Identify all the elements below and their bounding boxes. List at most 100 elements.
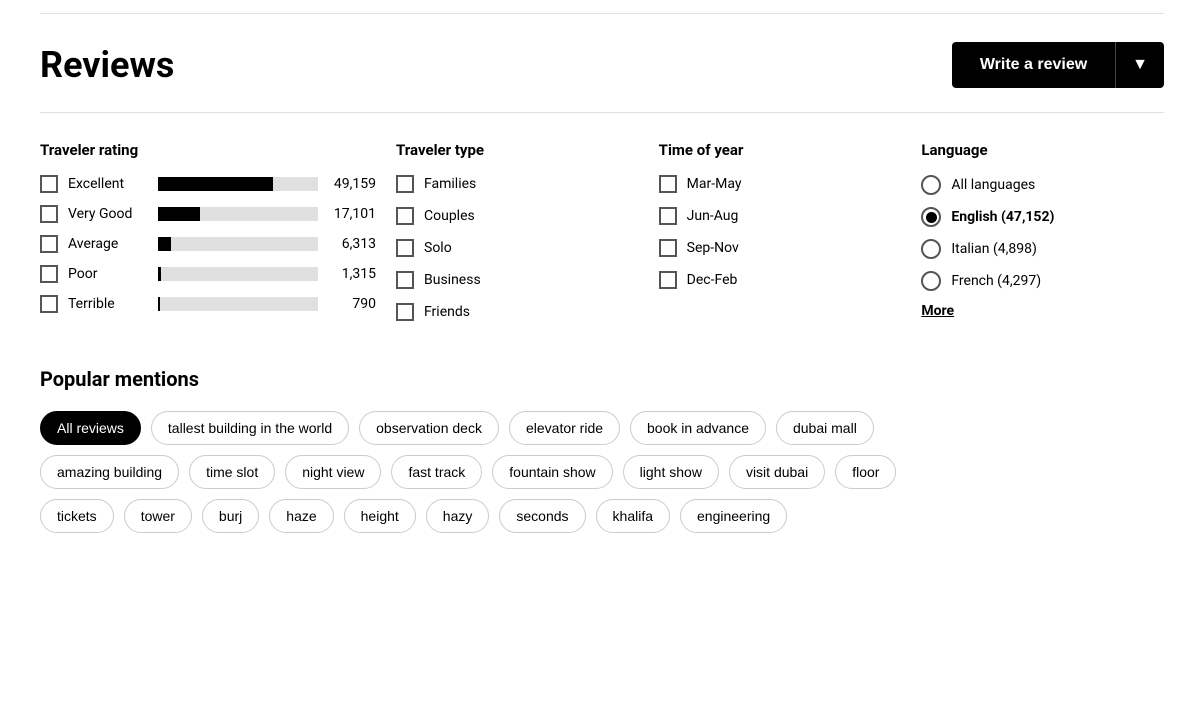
rating-bar-fill — [158, 177, 273, 191]
radio-inner-dot — [926, 212, 937, 223]
type-label: Friends — [424, 304, 470, 320]
popular-mention-tag[interactable]: tallest building in the world — [151, 411, 349, 445]
time-of-year-title: Time of year — [659, 141, 902, 159]
lang-radio[interactable] — [921, 207, 941, 227]
write-review-button[interactable]: Write a review — [952, 42, 1115, 88]
traveler-type-title: Traveler type — [396, 141, 639, 159]
type-label: Families — [424, 176, 476, 192]
lang-label: All languages — [951, 177, 1035, 193]
popular-mention-tag[interactable]: All reviews — [40, 411, 141, 445]
type-checkbox[interactable] — [396, 207, 414, 225]
lang-radio[interactable] — [921, 271, 941, 291]
type-checkbox[interactable] — [396, 303, 414, 321]
lang-item: English (47,152) — [921, 207, 1164, 227]
time-item: Dec-Feb — [659, 271, 902, 289]
tags-row-1: All reviews tallest building in the world… — [40, 411, 1164, 445]
type-checkbox[interactable] — [396, 175, 414, 193]
rating-count: 6,313 — [326, 236, 376, 252]
traveler-rating-section: Traveler rating Excellent 49,159 Very Go… — [40, 141, 376, 335]
rating-count: 1,315 — [326, 266, 376, 282]
time-checkbox[interactable] — [659, 207, 677, 225]
lang-item: All languages — [921, 175, 1164, 195]
rating-bar-container: 49,159 — [158, 176, 376, 192]
rating-checkbox[interactable] — [40, 295, 58, 313]
type-checkbox[interactable] — [396, 271, 414, 289]
type-checkbox[interactable] — [396, 239, 414, 257]
rating-item: Very Good 17,101 — [40, 205, 376, 223]
popular-mention-tag[interactable]: hazy — [426, 499, 490, 533]
popular-mention-tag[interactable]: tickets — [40, 499, 114, 533]
time-item: Jun-Aug — [659, 207, 902, 225]
lang-radio[interactable] — [921, 175, 941, 195]
lang-label: English (47,152) — [951, 209, 1054, 225]
rating-count: 49,159 — [326, 176, 376, 192]
popular-mention-tag[interactable]: haze — [269, 499, 333, 533]
popular-mention-tag[interactable]: fountain show — [492, 455, 612, 489]
time-label: Sep-Nov — [687, 240, 739, 256]
rating-bar-fill — [158, 207, 200, 221]
rating-item: Terrible 790 — [40, 295, 376, 313]
type-item: Solo — [396, 239, 639, 257]
popular-mention-tag[interactable]: floor — [835, 455, 896, 489]
popular-mention-tag[interactable]: amazing building — [40, 455, 179, 489]
rating-label: Very Good — [68, 206, 148, 222]
rating-bar-container: 17,101 — [158, 206, 376, 222]
rating-bar-track — [158, 297, 318, 311]
time-items: Mar-May Jun-Aug Sep-Nov Dec-Feb — [659, 175, 902, 289]
write-review-dropdown-button[interactable]: ▼ — [1115, 42, 1164, 88]
rating-label: Average — [68, 236, 148, 252]
popular-mention-tag[interactable]: light show — [623, 455, 719, 489]
section-divider — [40, 112, 1164, 113]
popular-mention-tag[interactable]: night view — [285, 455, 381, 489]
popular-mentions-section: Popular mentions All reviews tallest buil… — [40, 367, 1164, 533]
type-item: Friends — [396, 303, 639, 321]
popular-mention-tag[interactable]: book in advance — [630, 411, 766, 445]
reviews-header: Reviews Write a review ▼ — [40, 42, 1164, 88]
tags-row-3: tickets tower burj haze height hazy seconds kha… — [40, 499, 1164, 533]
type-item: Families — [396, 175, 639, 193]
rating-label: Poor — [68, 266, 148, 282]
rating-bar-container: 1,315 — [158, 266, 376, 282]
popular-mention-tag[interactable]: height — [344, 499, 416, 533]
time-item: Mar-May — [659, 175, 902, 193]
rating-checkbox[interactable] — [40, 175, 58, 193]
popular-mention-tag[interactable]: dubai mall — [776, 411, 874, 445]
rating-bar-container: 6,313 — [158, 236, 376, 252]
popular-mention-tag[interactable]: engineering — [680, 499, 787, 533]
popular-mention-tag[interactable]: observation deck — [359, 411, 499, 445]
type-label: Business — [424, 272, 481, 288]
time-checkbox[interactable] — [659, 239, 677, 257]
rating-checkbox[interactable] — [40, 205, 58, 223]
time-checkbox[interactable] — [659, 175, 677, 193]
rating-label: Excellent — [68, 176, 148, 192]
time-label: Mar-May — [687, 176, 742, 192]
type-item: Business — [396, 271, 639, 289]
rating-bar-track — [158, 237, 318, 251]
language-more-link[interactable]: More — [921, 303, 1164, 319]
popular-mention-tag[interactable]: khalifa — [596, 499, 670, 533]
rating-checkbox[interactable] — [40, 235, 58, 253]
time-of-year-section: Time of year Mar-May Jun-Aug Sep-Nov Dec… — [659, 141, 902, 335]
popular-mentions-title: Popular mentions — [40, 367, 1164, 391]
lang-radio[interactable] — [921, 239, 941, 259]
popular-mention-tag[interactable]: elevator ride — [509, 411, 620, 445]
type-label: Solo — [424, 240, 452, 256]
rating-checkbox[interactable] — [40, 265, 58, 283]
lang-label: French (4,297) — [951, 273, 1041, 289]
popular-mention-tag[interactable]: seconds — [499, 499, 585, 533]
rating-bar-fill — [158, 297, 160, 311]
rating-item: Excellent 49,159 — [40, 175, 376, 193]
popular-mention-tag[interactable]: time slot — [189, 455, 275, 489]
popular-mention-tag[interactable]: burj — [202, 499, 259, 533]
time-checkbox[interactable] — [659, 271, 677, 289]
header-buttons: Write a review ▼ — [952, 42, 1164, 88]
language-title: Language — [921, 141, 1164, 159]
rating-item: Poor 1,315 — [40, 265, 376, 283]
popular-mention-tag[interactable]: fast track — [391, 455, 482, 489]
popular-mention-tag[interactable]: visit dubai — [729, 455, 825, 489]
popular-mention-tag[interactable]: tower — [124, 499, 192, 533]
rating-bar-track — [158, 207, 318, 221]
lang-item: Italian (4,898) — [921, 239, 1164, 259]
rating-label: Terrible — [68, 296, 148, 312]
type-items: Families Couples Solo Business Friends — [396, 175, 639, 321]
